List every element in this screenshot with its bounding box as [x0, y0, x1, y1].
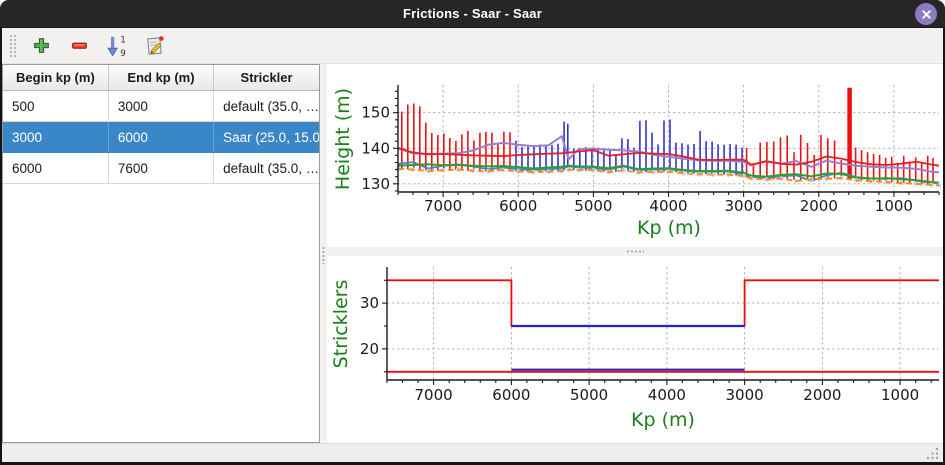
- vertical-splitter[interactable]: [320, 64, 327, 443]
- remove-row-button[interactable]: [64, 32, 94, 60]
- titlebar[interactable]: Frictions - Saar - Saar: [0, 0, 945, 28]
- status-bar: [2, 443, 943, 462]
- sort-rows-button[interactable]: 1 9: [102, 32, 132, 60]
- app-area: 1 9 Begin: [2, 28, 943, 462]
- sort-numeric-icon: 1 9: [106, 34, 128, 58]
- splitter-handle-icon: [626, 250, 644, 253]
- column-header-1[interactable]: End kp (m): [108, 65, 213, 91]
- frictions-table: Begin kp (m)End kp (m)Strickler 5003000d…: [3, 65, 319, 184]
- svg-text:Kp (m): Kp (m): [631, 409, 695, 431]
- svg-text:4000: 4000: [649, 197, 687, 215]
- svg-text:7000: 7000: [424, 197, 462, 215]
- close-icon: [921, 9, 932, 20]
- svg-text:2000: 2000: [800, 197, 838, 215]
- splitter-handle-icon: [322, 246, 325, 264]
- cell-strickler[interactable]: Saar (25.0, 15.0): [214, 122, 319, 153]
- svg-text:3000: 3000: [726, 386, 764, 404]
- cell-strickler[interactable]: default (35.0, …: [214, 91, 319, 122]
- svg-text:7000: 7000: [415, 386, 453, 404]
- column-header-2[interactable]: Strickler: [214, 65, 319, 91]
- svg-text:3000: 3000: [725, 197, 763, 215]
- height-profile-chart[interactable]: 7000 6000 5000 4000 3000 2000 1000 130 140 150 Kp …: [327, 64, 943, 247]
- minus-icon: [70, 36, 89, 55]
- svg-text:6000: 6000: [492, 386, 530, 404]
- svg-text:150: 150: [361, 104, 390, 122]
- window-title: Frictions - Saar - Saar: [403, 6, 542, 21]
- svg-text:2000: 2000: [803, 386, 841, 404]
- svg-text:30: 30: [360, 294, 379, 312]
- add-row-button[interactable]: [26, 32, 56, 60]
- cell-end[interactable]: 6000: [108, 122, 213, 153]
- table-row[interactable]: 60007600default (35.0, …: [3, 153, 319, 184]
- resize-grip[interactable]: [925, 446, 939, 460]
- cell-begin[interactable]: 500: [3, 91, 108, 122]
- cell-end[interactable]: 7600: [108, 153, 213, 184]
- table-row[interactable]: 30006000Saar (25.0, 15.0): [3, 122, 319, 153]
- cell-end[interactable]: 3000: [108, 91, 213, 122]
- close-button[interactable]: [915, 3, 937, 25]
- frictions-table-panel: Begin kp (m)End kp (m)Strickler 5003000d…: [2, 64, 320, 443]
- table-row[interactable]: 5003000default (35.0, …: [3, 91, 319, 122]
- svg-text:1000: 1000: [881, 386, 919, 404]
- svg-text:6000: 6000: [499, 197, 537, 215]
- svg-text:1: 1: [120, 35, 126, 45]
- cell-strickler[interactable]: default (35.0, …: [214, 153, 319, 184]
- svg-text:Height (m): Height (m): [332, 88, 354, 190]
- plus-icon: [32, 36, 51, 55]
- svg-text:130: 130: [361, 175, 390, 193]
- horizontal-splitter[interactable]: [327, 247, 943, 256]
- svg-text:9: 9: [120, 48, 126, 57]
- edit-friction-button[interactable]: [140, 32, 170, 60]
- cell-begin[interactable]: 3000: [3, 122, 108, 153]
- column-header-0[interactable]: Begin kp (m): [3, 65, 108, 91]
- frictions-window: Frictions - Saar - Saar: [0, 0, 945, 465]
- svg-text:4000: 4000: [648, 386, 686, 404]
- svg-text:1000: 1000: [875, 197, 913, 215]
- svg-text:Stricklers: Stricklers: [330, 280, 352, 369]
- charts-panel: 7000 6000 5000 4000 3000 2000 1000 130 140 150 Kp …: [327, 64, 943, 443]
- edit-icon: [144, 35, 166, 57]
- svg-text:5000: 5000: [570, 386, 608, 404]
- stricklers-chart[interactable]: 7000 6000 5000 4000 3000 2000 1000 20 30 Kp (m) St…: [327, 256, 943, 443]
- main-content: Begin kp (m)End kp (m)Strickler 5003000d…: [2, 64, 943, 443]
- cell-begin[interactable]: 6000: [3, 153, 108, 184]
- svg-text:20: 20: [360, 340, 379, 358]
- table-header-row: Begin kp (m)End kp (m)Strickler: [3, 65, 319, 91]
- svg-text:5000: 5000: [574, 197, 612, 215]
- toolbar-drag-handle[interactable]: [9, 34, 16, 58]
- svg-text:Kp (m): Kp (m): [637, 217, 701, 239]
- svg-text:140: 140: [361, 139, 390, 157]
- toolbar: 1 9: [2, 28, 943, 64]
